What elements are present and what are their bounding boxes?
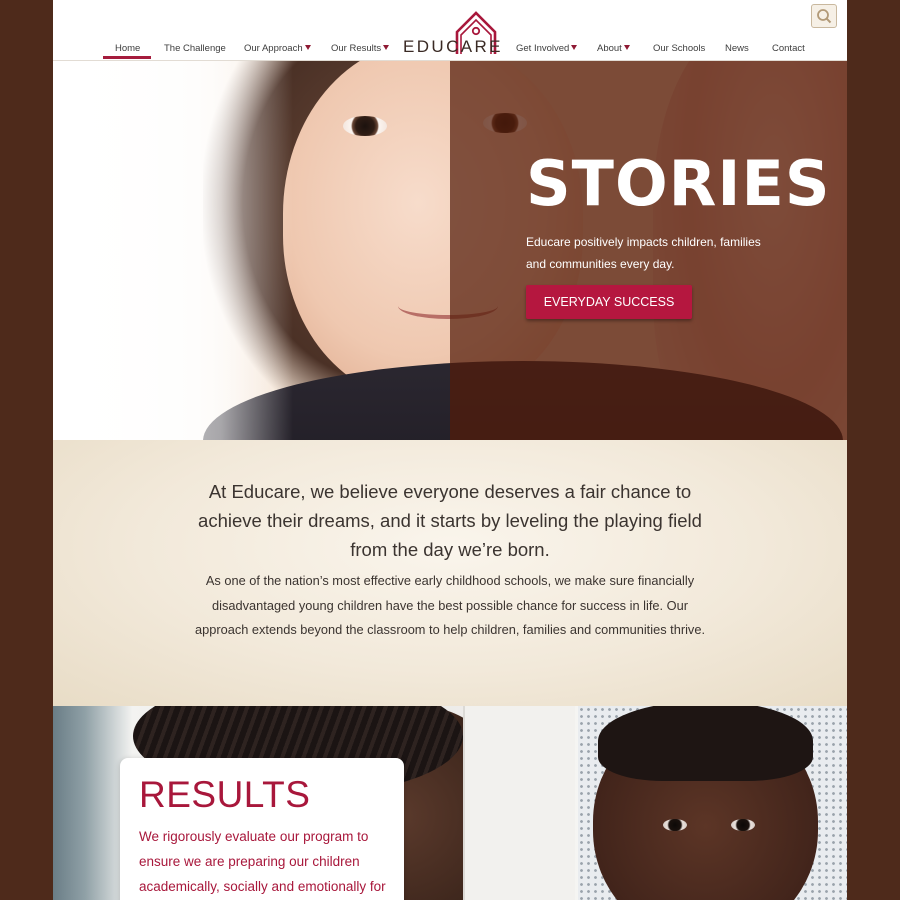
hero-title: STORIES xyxy=(526,147,831,220)
caret-down-icon xyxy=(571,45,578,50)
results-title: RESULTS xyxy=(139,774,311,815)
nav-label: Contact xyxy=(772,43,805,54)
page: Home The Challenge Our Approach Our Resu… xyxy=(53,0,847,900)
educare-logo[interactable]: EDUCARE xyxy=(403,10,501,56)
nav-label: Home xyxy=(115,43,141,54)
hero-child-eye xyxy=(343,116,387,136)
search-button[interactable] xyxy=(811,4,837,28)
nav-item-our-results[interactable]: Our Results xyxy=(331,43,390,54)
intro-section: At Educare, we believe everyone deserves… xyxy=(53,440,847,706)
nav-item-our-schools[interactable]: Our Schools xyxy=(653,43,705,54)
nav-label: About xyxy=(597,43,622,54)
hero-banner: STORIES Educare positively impacts child… xyxy=(53,61,847,440)
results-section: RESULTS We rigorously evaluate our progr… xyxy=(53,706,847,900)
results-text: We rigorously evaluate our program to en… xyxy=(139,829,386,894)
nav-item-the-challenge[interactable]: The Challenge xyxy=(164,43,226,54)
everyday-success-button[interactable]: EVERYDAY SUCCESS xyxy=(526,285,692,319)
nav-item-home[interactable]: Home xyxy=(115,43,140,54)
nav-item-our-approach[interactable]: Our Approach xyxy=(244,43,311,54)
nav-item-contact[interactable]: Contact xyxy=(772,43,805,54)
caret-down-icon xyxy=(623,45,630,50)
nav-item-about[interactable]: About xyxy=(597,43,630,54)
results-baby-eye xyxy=(663,819,687,831)
nav-label: Our Schools xyxy=(653,43,706,54)
hero-left-fade xyxy=(53,61,293,440)
nav-label: The Challenge xyxy=(164,43,226,54)
hero-subtitle: Educare positively impacts children, fam… xyxy=(526,235,761,271)
nav-item-news[interactable]: News xyxy=(725,43,749,54)
search-icon xyxy=(817,9,832,24)
site-header: Home The Challenge Our Approach Our Resu… xyxy=(53,0,847,61)
caret-down-icon xyxy=(304,45,311,50)
active-nav-indicator xyxy=(103,56,151,59)
intro-lead-text: At Educare, we believe everyone deserves… xyxy=(198,481,702,560)
nav-label: Our Approach xyxy=(244,43,303,54)
results-baby-eye xyxy=(731,819,755,831)
results-photo-baby-hair xyxy=(598,706,813,781)
nav-label: Our Results xyxy=(331,43,382,54)
intro-body-text: As one of the nation’s most effective ea… xyxy=(194,573,705,637)
nav-label: News xyxy=(725,43,749,54)
caret-down-icon xyxy=(383,45,390,50)
nav-label: Get Involved xyxy=(516,43,570,54)
results-photo-door xyxy=(463,706,575,900)
logo-wordmark: EDUCARE xyxy=(403,37,503,56)
results-card[interactable]: RESULTS We rigorously evaluate our progr… xyxy=(120,758,404,900)
nav-item-get-involved[interactable]: Get Involved xyxy=(516,43,578,54)
